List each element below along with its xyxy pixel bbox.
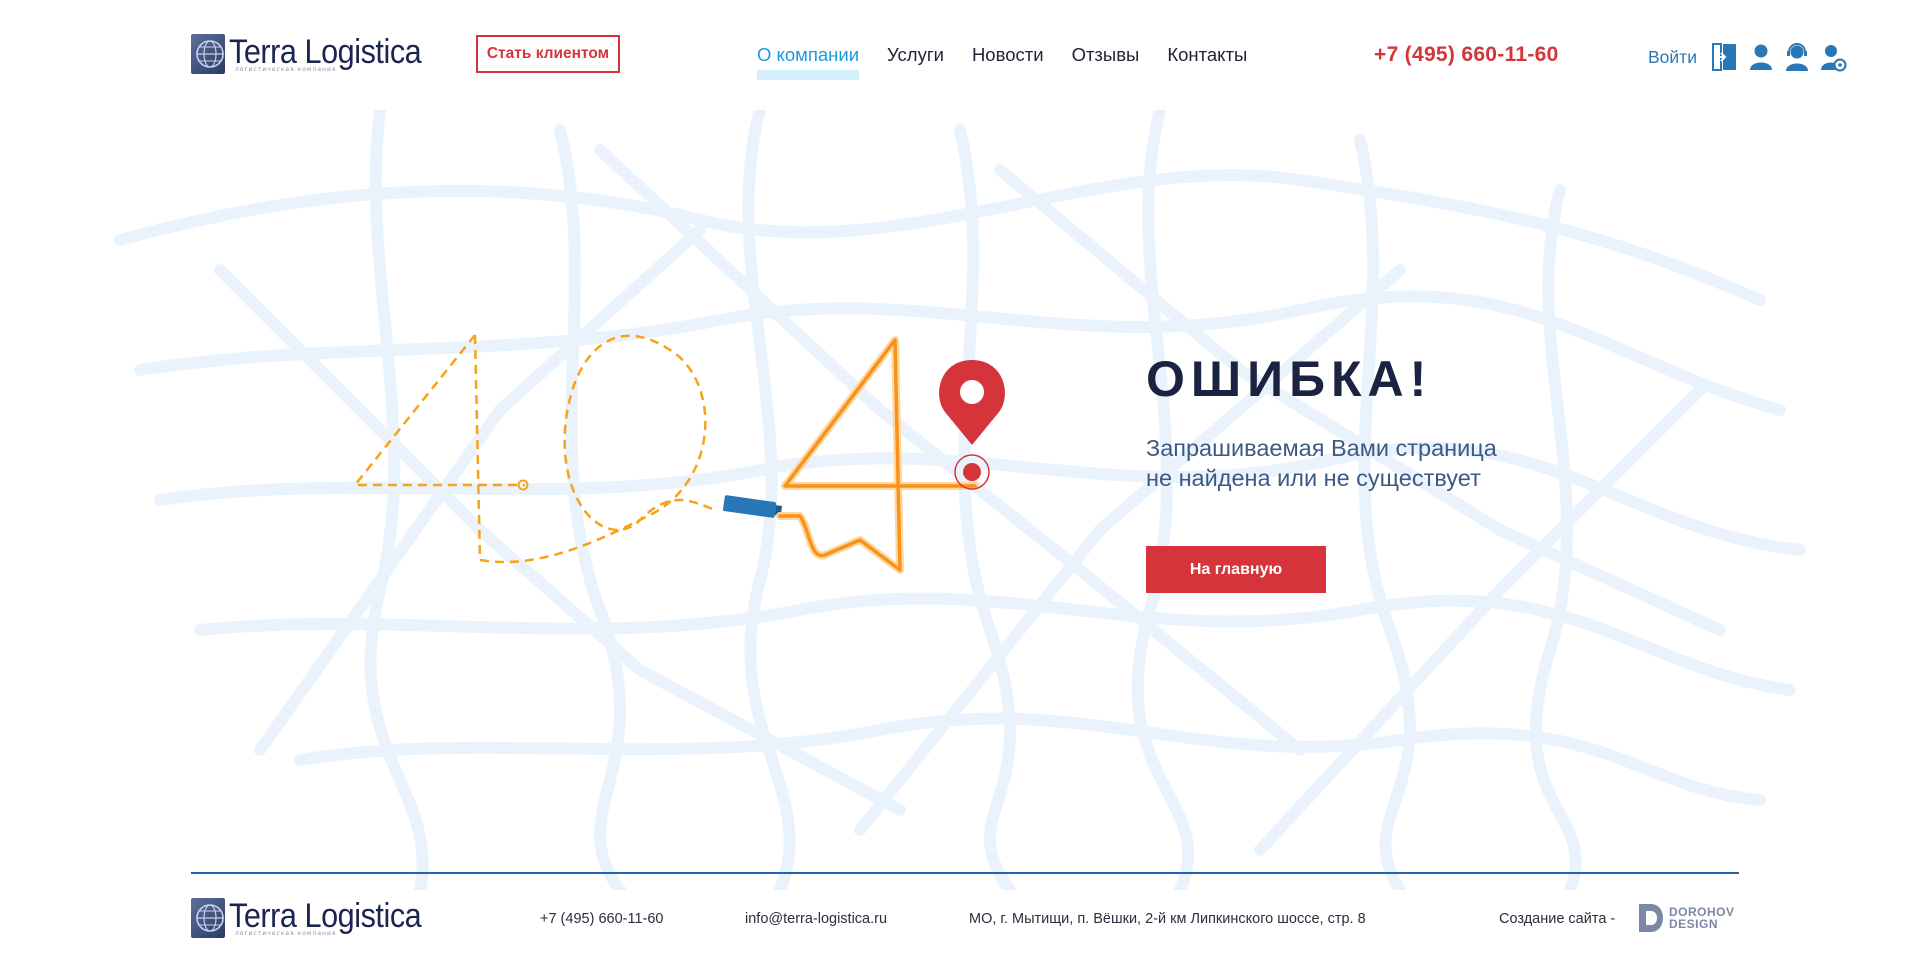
developer-logo[interactable]: DOROHOV DESIGN — [1637, 902, 1735, 934]
dashed-digit-four — [352, 334, 525, 561]
footer-credit: Создание сайта - — [1499, 911, 1616, 927]
error-message: Запрашиваемая Вами страница не найдена и… — [1146, 433, 1586, 493]
nav-item-about[interactable]: О компании — [757, 44, 860, 80]
footer-phone[interactable]: +7 (495) 660-11-60 — [540, 911, 663, 927]
error-message-line-1: Запрашиваемая Вами страница — [1146, 435, 1497, 461]
nav-item-news[interactable]: Новости — [972, 44, 1044, 66]
cable-plug-icon — [723, 495, 783, 518]
site-header: Terra Logistica логистическая компания С… — [0, 0, 1920, 110]
nav-item-reviews[interactable]: Отзывы — [1072, 44, 1140, 66]
home-button[interactable]: На главную — [1146, 546, 1326, 593]
header-logo[interactable]: Terra Logistica логистическая компания — [191, 34, 443, 74]
login-area: Войти — [1648, 41, 1847, 73]
admin-user-gear-icon[interactable] — [1819, 41, 1847, 73]
error-title: ОШИБКА! — [1146, 351, 1433, 407]
operator-headset-icon[interactable] — [1783, 41, 1811, 73]
dashed-digit-zero — [479, 334, 716, 564]
logo-title: Terra Logistica — [229, 33, 422, 71]
nav-item-services[interactable]: Услуги — [887, 44, 944, 66]
login-link[interactable]: Войти — [1648, 47, 1697, 68]
main-nav: О компании Услуги Новости Отзывы Контакт… — [757, 44, 1247, 80]
footer-email[interactable]: info@terra-logistica.ru — [745, 911, 887, 927]
footer-logo[interactable]: Terra Logistica логистическая компания — [191, 898, 443, 938]
error-message-line-2: не найдена или не существует — [1146, 465, 1481, 491]
dorohov-d-icon — [1639, 904, 1663, 932]
header-phone[interactable]: +7 (495) 660-11-60 — [1374, 43, 1559, 67]
footer-divider — [191, 872, 1739, 874]
globe-logo-icon — [191, 898, 225, 938]
login-door-icon[interactable] — [1711, 41, 1739, 73]
footer-logo-title: Terra Logistica — [229, 897, 422, 935]
client-user-icon[interactable] — [1747, 41, 1775, 73]
location-pin-icon — [939, 360, 1005, 490]
developer-name-line-2: DESIGN — [1669, 917, 1719, 931]
globe-logo-icon — [191, 34, 225, 74]
footer-address: МО, г. Мытищи, п. Вёшки, 2-й км Липкинск… — [969, 911, 1366, 927]
error-404-illustration — [352, 334, 1005, 574]
nav-item-contacts[interactable]: Контакты — [1167, 44, 1247, 66]
become-client-button[interactable]: Стать клиентом — [476, 35, 620, 73]
